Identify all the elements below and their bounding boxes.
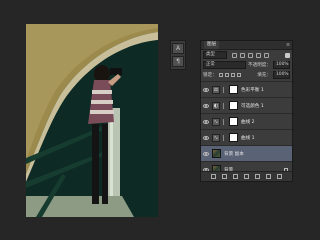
layer-mask-thumbnail[interactable]: [229, 117, 238, 126]
layer-mask-thumbnail[interactable]: [229, 85, 238, 94]
adjustment-filter-icon[interactable]: [240, 52, 245, 58]
blend-row: 正常 不透明度： 100%: [201, 60, 292, 70]
add-mask-icon[interactable]: [233, 174, 238, 179]
curves-icon: ∿: [212, 133, 220, 142]
layer-name: 背景 副本: [224, 151, 244, 157]
delete-layer-icon[interactable]: [277, 174, 282, 179]
smart-object-filter-icon[interactable]: [264, 52, 269, 58]
layer-style-icon[interactable]: [222, 174, 227, 179]
layer-curves-1[interactable]: ∿ 曲线 1: [201, 130, 292, 146]
layers-panel-footer: [201, 171, 292, 181]
layer-curves-2[interactable]: ∿ 曲线 2: [201, 114, 292, 130]
layer-name: 曲线 2: [241, 119, 255, 125]
paragraph-panel-icon[interactable]: ¶: [172, 56, 184, 67]
type-filter-icon[interactable]: [248, 52, 253, 58]
layer-mask-thumbnail[interactable]: [229, 133, 238, 142]
layer-name: 色彩平衡 1: [241, 87, 264, 93]
link-layers-icon[interactable]: [211, 174, 216, 179]
link-icon: [223, 134, 226, 141]
visibility-eye-icon[interactable]: [203, 135, 209, 140]
pixel-filter-icon[interactable]: [232, 52, 237, 58]
layer-mask-thumbnail[interactable]: [229, 101, 238, 110]
visibility-eye-icon[interactable]: [203, 103, 209, 108]
visibility-eye-icon[interactable]: [203, 119, 209, 124]
layer-color-balance[interactable]: ⚖ 色彩平衡 1: [201, 82, 292, 98]
collapsed-panel-dock: A ¶: [170, 40, 186, 70]
lock-transparent-icon[interactable]: [218, 73, 223, 77]
lock-position-icon[interactable]: [230, 73, 235, 77]
lock-row: 锁定： 填充： 100%: [201, 70, 292, 80]
visibility-eye-icon[interactable]: [203, 87, 209, 92]
balance-icon: ⚖: [212, 85, 220, 94]
new-group-icon[interactable]: [255, 174, 260, 179]
lock-icons: [218, 73, 241, 77]
layer-selective-color[interactable]: ◐ 可选颜色 1: [201, 98, 292, 114]
panel-menu-icon[interactable]: ≡: [286, 43, 290, 48]
filter-icons: [232, 52, 269, 58]
new-layer-icon[interactable]: [266, 174, 271, 179]
opacity-label: 不透明度：: [248, 63, 271, 68]
kind-filter-select[interactable]: 类型: [203, 51, 227, 59]
visibility-eye-icon[interactable]: [203, 151, 209, 156]
layer-background-copy[interactable]: 背景 副本: [201, 146, 292, 162]
lock-pixels-icon[interactable]: [224, 73, 229, 77]
layers-panel: 图层 ≡ 类型 正常 不透明度： 100% 锁定： 填充： 100% ⚖ 色彩平…: [200, 40, 293, 182]
shape-filter-icon[interactable]: [256, 52, 261, 58]
tab-layers[interactable]: 图层: [204, 41, 220, 49]
filter-toggle[interactable]: [285, 52, 290, 58]
character-panel-icon[interactable]: A: [172, 43, 184, 54]
fill-label: 填充：: [257, 73, 271, 78]
link-icon: [223, 118, 226, 125]
blend-mode-select[interactable]: 正常: [203, 61, 247, 69]
new-adjustment-icon[interactable]: [244, 174, 249, 179]
layer-list: ⚖ 色彩平衡 1 ◐ 可选颜色 1 ∿ 曲线 2 ∿ 曲线 1 背景 副本 背景: [201, 81, 292, 178]
link-icon: [223, 102, 226, 109]
opacity-field[interactable]: 100%: [273, 61, 290, 69]
layer-name: 可选颜色 1: [241, 103, 264, 109]
layer-name: 曲线 1: [241, 135, 255, 141]
photo-image: [26, 24, 158, 217]
curves-icon: ∿: [212, 117, 220, 126]
layers-panel-tabs: 图层 ≡: [201, 41, 292, 50]
layer-thumbnail[interactable]: [212, 149, 221, 158]
filter-row: 类型: [201, 50, 292, 60]
selective-color-icon: ◐: [212, 101, 220, 110]
lock-label: 锁定：: [203, 73, 217, 78]
document-canvas[interactable]: [26, 24, 158, 217]
lock-all-icon[interactable]: [236, 73, 241, 77]
link-icon: [223, 86, 226, 93]
fill-field[interactable]: 100%: [273, 71, 290, 79]
